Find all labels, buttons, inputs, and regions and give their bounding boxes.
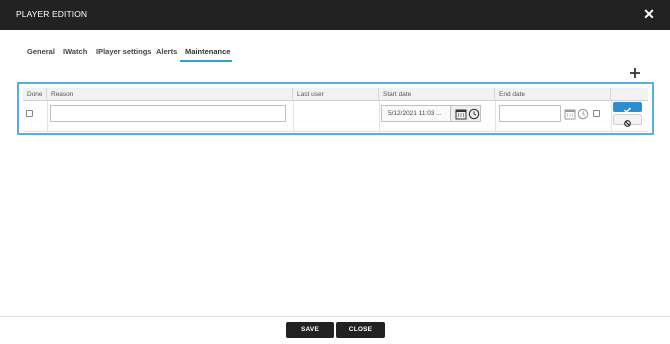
column-header-reason: Reason — [47, 88, 293, 101]
tab-maintenance[interactable]: Maintenance — [185, 47, 230, 56]
clock-icon[interactable] — [468, 107, 480, 120]
column-divider — [293, 101, 294, 132]
tab-alerts[interactable]: Alerts — [156, 47, 177, 56]
done-checkbox[interactable] — [26, 110, 33, 117]
plus-icon[interactable] — [629, 67, 641, 81]
column-divider — [47, 101, 48, 132]
tab-general[interactable]: General — [27, 47, 55, 56]
save-button[interactable]: SAVE — [286, 322, 334, 338]
column-header-end-date: End date — [495, 88, 611, 101]
close-icon[interactable]: ✕ — [643, 7, 655, 21]
calendar-disabled-icon[interactable] — [564, 107, 576, 120]
start-date-input[interactable]: 5/12/2021 11:03 ... — [381, 105, 451, 122]
column-divider — [611, 101, 612, 132]
footer-divider — [0, 316, 670, 317]
table-header: Done Reason Last user Start date End dat… — [23, 88, 648, 101]
dialog-title: PLAYER EDITION — [16, 9, 88, 19]
column-header-start-date: Start date — [379, 88, 495, 101]
column-header-last-user: Last user — [293, 88, 379, 101]
cancel-row-button[interactable] — [613, 114, 642, 127]
end-date-input[interactable] — [499, 105, 561, 122]
reason-input[interactable] — [50, 105, 286, 122]
column-header-done: Done — [23, 88, 47, 101]
tab-iplayer-settings[interactable]: IPlayer settings — [96, 47, 151, 56]
calendar-icon[interactable] — [455, 107, 467, 120]
end-date-enable-checkbox[interactable] — [593, 110, 600, 117]
column-divider — [379, 101, 380, 132]
close-button[interactable]: CLOSE — [336, 322, 385, 338]
column-header-actions — [611, 88, 648, 101]
ban-icon — [624, 120, 631, 127]
column-divider — [495, 101, 496, 132]
validate-row-button[interactable] — [613, 102, 642, 113]
active-tab-indicator — [180, 60, 232, 62]
clock-disabled-icon[interactable] — [577, 107, 589, 120]
tab-iwatch[interactable]: IWatch — [63, 47, 87, 56]
dialog-titlebar: PLAYER EDITION ✕ — [0, 0, 670, 30]
